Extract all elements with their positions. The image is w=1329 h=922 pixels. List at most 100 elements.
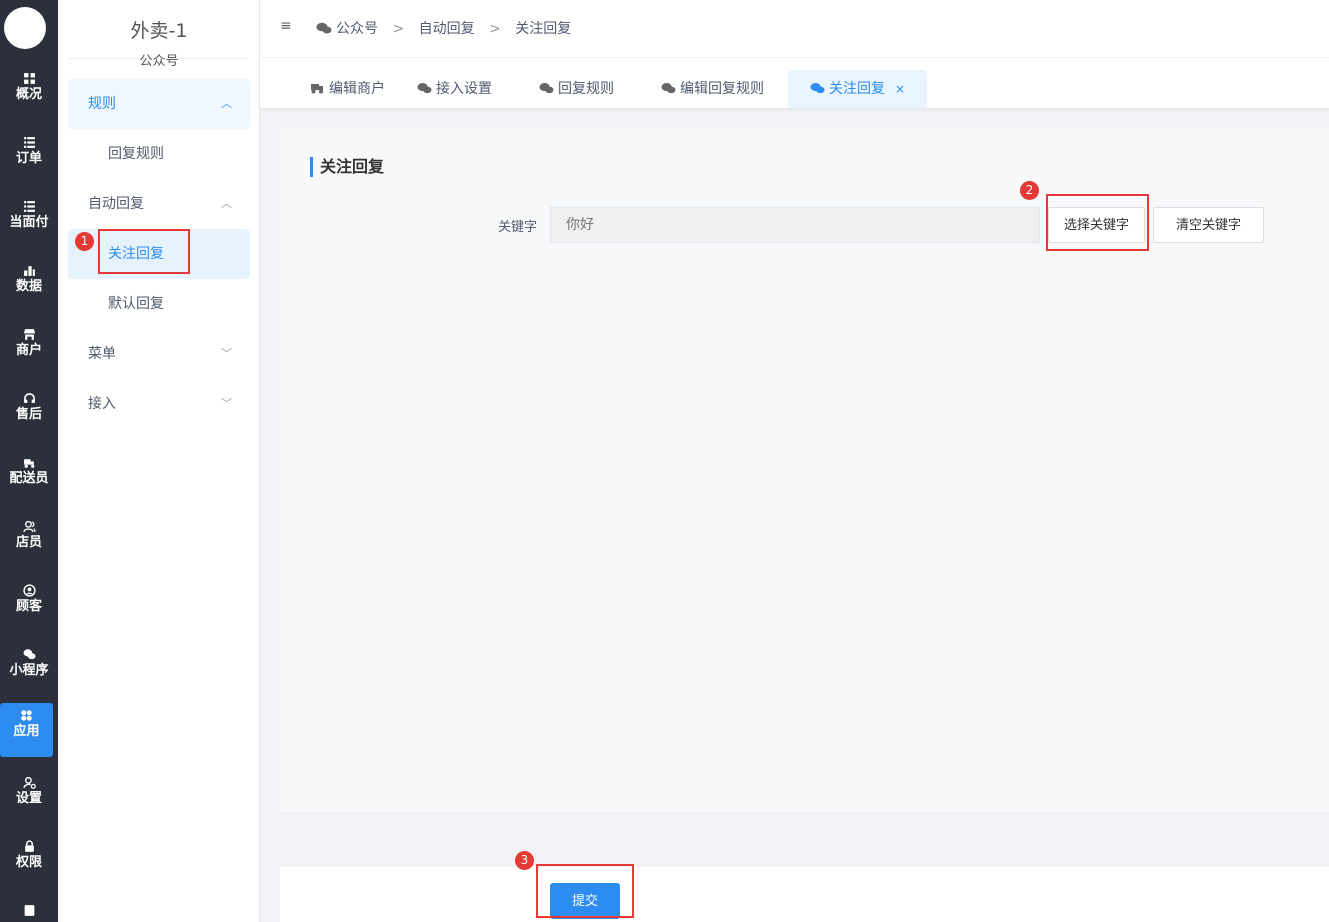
- annotation-box-2: [1046, 194, 1149, 251]
- chevron-up-icon: ︿: [221, 197, 232, 210]
- breadcrumb-item[interactable]: 自动回复: [419, 21, 475, 37]
- delivery-icon: [0, 450, 58, 470]
- bar-chart-icon: [0, 258, 58, 278]
- customer-icon: [0, 578, 58, 598]
- nav-data[interactable]: 数据: [0, 258, 58, 312]
- menu-label: 回复规则: [108, 146, 164, 162]
- main-nav-rail: 概况 订单 当面付 数据 商户 售后 配送员 店员 顾客 小程序 应用 设置 权…: [0, 0, 58, 922]
- nav-label: 售后: [15, 407, 42, 422]
- apps-icon: [0, 703, 53, 723]
- wechat-icon: [0, 642, 58, 662]
- tab-label: 回复规则: [558, 81, 614, 97]
- store-icon: [0, 322, 58, 342]
- tab-label: 编辑回复规则: [680, 81, 764, 97]
- app-title: 外卖-1: [130, 20, 188, 42]
- wechat-icon: [316, 22, 332, 34]
- nav-label: 概况: [15, 87, 42, 102]
- menu-item-default-reply[interactable]: 默认回复: [68, 279, 250, 329]
- chevron-down-icon: ﹀: [221, 397, 232, 410]
- annotation-badge-3: 3: [515, 851, 534, 870]
- content-card: 关注回复 关键字 选择关键字 清空关键字: [280, 128, 1329, 812]
- nav-after-sales[interactable]: 售后: [0, 386, 58, 440]
- nav-apps[interactable]: 应用: [0, 703, 53, 757]
- collapse-menu-icon[interactable]: ≡: [280, 18, 292, 34]
- nav-permissions[interactable]: 权限: [0, 834, 58, 888]
- nav-label: 数据: [15, 279, 42, 294]
- list-icon: [0, 130, 58, 150]
- tab-follow-reply[interactable]: 关注回复 ×: [788, 70, 928, 108]
- avatar[interactable]: [4, 7, 46, 49]
- annotation-box-1: [98, 229, 190, 274]
- wechat-icon: [810, 83, 825, 94]
- nav-merchant[interactable]: 商户: [0, 322, 58, 376]
- chevron-up-icon: ︿: [221, 97, 232, 110]
- nav-delivery[interactable]: 配送员: [0, 450, 58, 504]
- nav-label: 订单: [15, 151, 42, 166]
- menu-label: 接入: [88, 396, 116, 412]
- dashboard-icon: [0, 66, 58, 86]
- nav-label: 小程序: [9, 663, 49, 678]
- wechat-icon: [417, 83, 432, 94]
- nav-settings[interactable]: 设置: [0, 770, 58, 824]
- tab-label: 编辑商户: [329, 81, 385, 97]
- menu-label: 自动回复: [88, 196, 144, 212]
- nav-report[interactable]: [0, 898, 58, 922]
- menu-item-reply-rules[interactable]: 回复规则: [68, 129, 250, 179]
- keyword-input[interactable]: [550, 207, 1040, 243]
- keyword-label: 关键字: [498, 220, 538, 235]
- nav-orders[interactable]: 订单: [0, 130, 58, 184]
- nav-mini-program[interactable]: 小程序: [0, 642, 58, 696]
- breadcrumb-item: 关注回复: [515, 21, 572, 37]
- nav-label: 店员: [15, 535, 42, 550]
- menu-label: 默认回复: [108, 296, 164, 312]
- delivery-icon: [311, 84, 323, 94]
- section-title: 关注回复: [310, 157, 384, 177]
- nav-customer[interactable]: 顾客: [0, 578, 58, 632]
- settings-icon: [0, 770, 58, 790]
- nav-overview[interactable]: 概况: [0, 66, 58, 120]
- menu-label: 菜单: [88, 346, 116, 362]
- wechat-icon: [661, 83, 676, 94]
- nav-staff[interactable]: 店员: [0, 514, 58, 568]
- menu-group-menu[interactable]: 菜单 ﹀: [68, 329, 250, 379]
- annotation-box-3: [536, 864, 634, 918]
- wechat-icon: [539, 83, 554, 94]
- tab-edit-reply-rules[interactable]: 编辑回复规则: [661, 70, 764, 108]
- lock-icon: [0, 834, 58, 854]
- staff-icon: [0, 514, 58, 534]
- secondary-sidebar: 外卖-1 公众号 规则 ︿ 回复规则 自动回复 ︿ 关注回复 默认回复 菜单 ﹀…: [58, 0, 260, 922]
- clear-keyword-button[interactable]: 清空关键字: [1153, 207, 1264, 243]
- page-tabs: 编辑商户 接入设置 回复规则 编辑回复规则 关注回复 ×: [260, 58, 1329, 108]
- footer-bar: [280, 867, 1329, 922]
- nav-face-pay[interactable]: 当面付: [0, 194, 58, 248]
- close-icon[interactable]: ×: [895, 82, 905, 96]
- annotation-badge-1: 1: [75, 232, 94, 251]
- tab-reply-rules[interactable]: 回复规则: [539, 70, 614, 108]
- tab-label: 接入设置: [436, 81, 492, 97]
- menu-group-rules[interactable]: 规则 ︿: [68, 79, 250, 129]
- nav-label: 顾客: [15, 599, 42, 614]
- chevron-down-icon: ﹀: [221, 347, 232, 360]
- breadcrumb: 公众号 > 自动回复 > 关注回复: [316, 18, 571, 38]
- menu-group-auto-reply[interactable]: 自动回复 ︿: [68, 179, 250, 229]
- menu-group-access[interactable]: 接入 ﹀: [68, 379, 250, 429]
- nav-label: 权限: [15, 855, 42, 870]
- menu-label: 规则: [88, 96, 116, 112]
- tab-label: 关注回复: [829, 81, 885, 97]
- nav-label: 配送员: [9, 471, 49, 486]
- annotation-badge-2: 2: [1020, 181, 1039, 200]
- tab-access-settings[interactable]: 接入设置: [417, 70, 492, 108]
- nav-label: 应用: [13, 724, 40, 739]
- nav-label: 设置: [15, 791, 42, 806]
- nav-label: 商户: [15, 343, 42, 358]
- nav-label: 当面付: [9, 215, 49, 230]
- list-icon: [0, 194, 58, 214]
- breadcrumb-item[interactable]: 公众号: [336, 21, 378, 37]
- report-icon: [0, 898, 58, 918]
- breadcrumb-separator: >: [392, 21, 405, 37]
- app-subtitle: 公众号: [139, 54, 179, 69]
- top-header: ≡ 公众号 > 自动回复 > 关注回复: [260, 0, 1329, 58]
- breadcrumb-separator: >: [489, 21, 501, 37]
- headset-icon: [0, 386, 58, 406]
- tab-edit-merchant[interactable]: 编辑商户: [310, 70, 385, 108]
